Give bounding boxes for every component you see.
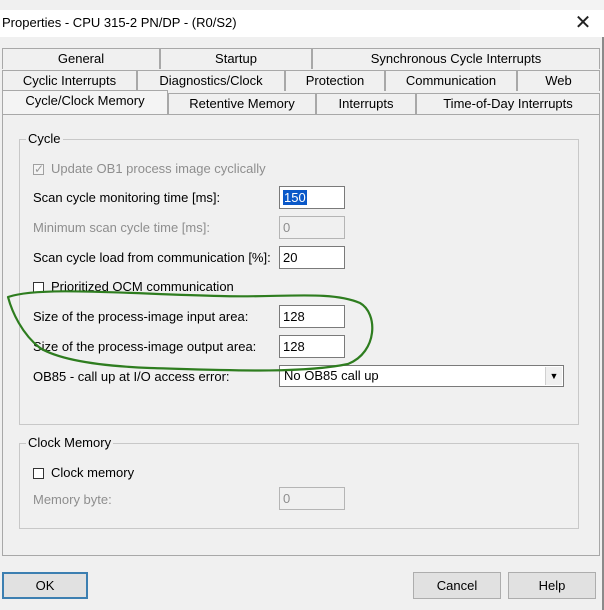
memory-byte-label: Memory byte: — [33, 492, 112, 507]
dropdown-arrow-icon[interactable]: ▼ — [545, 367, 562, 385]
prioritized-ocm-label: Prioritized OCM communication — [51, 279, 234, 294]
input-area-input[interactable]: 128 — [279, 305, 345, 328]
prioritized-ocm-checkbox[interactable] — [33, 282, 44, 293]
min-scan-label: Minimum scan cycle time [ms]: — [33, 220, 210, 235]
title-bar: Properties - CPU 315-2 PN/DP - (R0/S2) ✕ — [0, 10, 604, 37]
load-comm-input[interactable]: 20 — [279, 246, 345, 269]
ob85-selected-value: No OB85 call up — [284, 368, 379, 383]
tab-protection[interactable]: Protection — [285, 70, 385, 91]
memory-byte-input[interactable]: 0 — [279, 487, 345, 510]
tab-web[interactable]: Web — [517, 70, 600, 91]
update-ob1-label: Update OB1 process image cyclically — [51, 161, 266, 176]
tab-general[interactable]: General — [2, 48, 160, 69]
scan-monitoring-label: Scan cycle monitoring time [ms]: — [33, 190, 221, 205]
help-button[interactable]: Help — [508, 572, 596, 599]
close-icon[interactable]: ✕ — [572, 12, 594, 34]
tab-communication[interactable]: Communication — [385, 70, 517, 91]
tab-panel: Cycle ✓ Update OB1 process image cyclica… — [2, 114, 600, 556]
checkmark-icon: ✓ — [34, 162, 45, 176]
cycle-group-title: Cycle — [26, 131, 63, 146]
tab-interrupts[interactable]: Interrupts — [316, 93, 416, 114]
ok-button[interactable]: OK — [2, 572, 88, 599]
load-comm-label: Scan cycle load from communication [%]: — [33, 250, 271, 265]
ob85-label: OB85 - call up at I/O access error: — [33, 369, 230, 384]
clock-memory-label: Clock memory — [51, 465, 135, 480]
min-scan-input[interactable]: 0 — [279, 216, 345, 239]
window-title: Properties - CPU 315-2 PN/DP - (R0/S2) — [2, 15, 237, 30]
update-ob1-checkbox[interactable]: ✓ — [33, 162, 45, 176]
input-area-label: Size of the process-image input area: — [33, 309, 249, 324]
tab-retentive-memory[interactable]: Retentive Memory — [168, 93, 316, 114]
output-area-label: Size of the process-image output area: — [33, 339, 257, 354]
dialog-client: General Startup Synchronous Cycle Interr… — [0, 37, 604, 610]
tab-synchronous-cycle-interrupts[interactable]: Synchronous Cycle Interrupts — [312, 48, 600, 69]
tab-time-of-day-interrupts[interactable]: Time-of-Day Interrupts — [416, 93, 600, 114]
tab-startup[interactable]: Startup — [160, 48, 312, 69]
tab-cyclic-interrupts[interactable]: Cyclic Interrupts — [2, 70, 137, 91]
tab-diagnostics-clock[interactable]: Diagnostics/Clock — [137, 70, 285, 91]
cancel-button[interactable]: Cancel — [413, 572, 501, 599]
output-area-input[interactable]: 128 — [279, 335, 345, 358]
clock-memory-group-title: Clock Memory — [26, 435, 114, 450]
ob85-select[interactable]: No OB85 call up ▼ — [279, 365, 564, 387]
scan-monitoring-input[interactable]: 150 — [279, 186, 345, 209]
clock-memory-group: Clock Memory — [19, 435, 579, 529]
tab-cycle-clock-memory[interactable]: Cycle/Clock Memory — [2, 90, 168, 114]
clock-memory-checkbox[interactable] — [33, 468, 44, 479]
